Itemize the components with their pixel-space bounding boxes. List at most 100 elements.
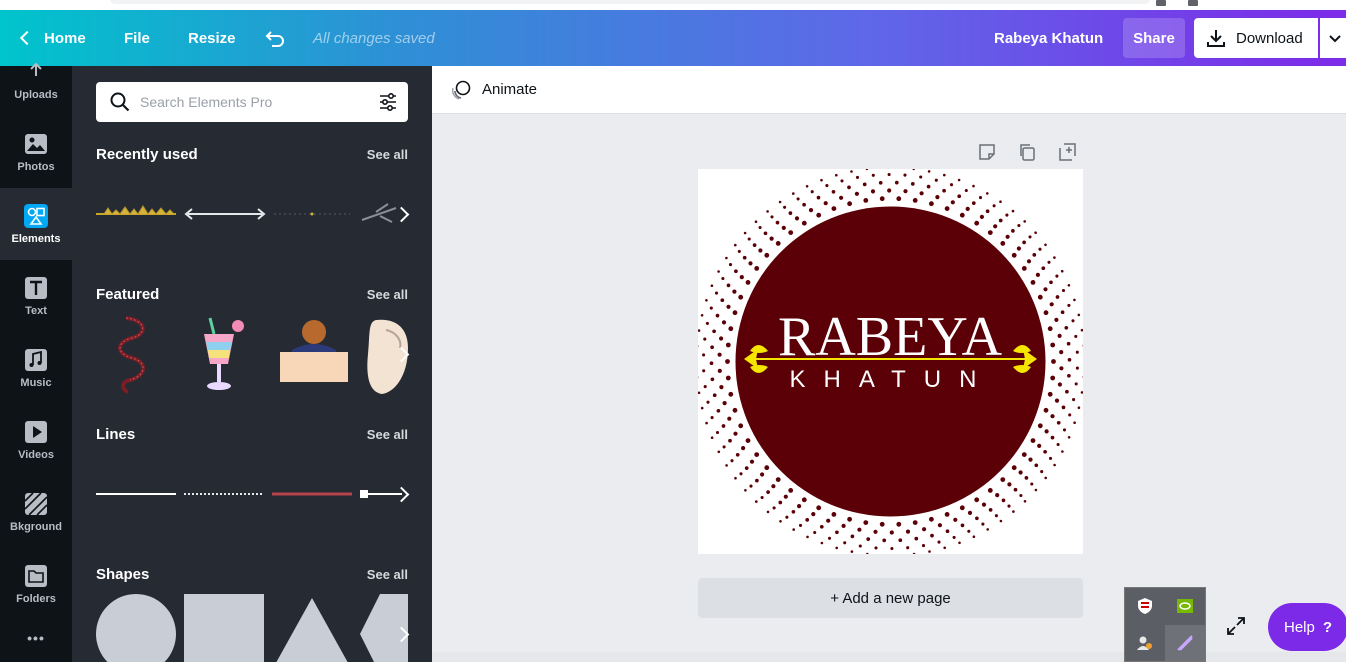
gpu-driver-icon[interactable]: [1165, 588, 1205, 624]
add-page-icon[interactable]: [1057, 142, 1077, 162]
rail-music[interactable]: Music: [0, 332, 72, 404]
ring-dot: [841, 523, 846, 528]
ring-dot: [1011, 209, 1015, 213]
ring-dot: [847, 185, 851, 190]
rail-elements[interactable]: Elements: [0, 188, 72, 260]
shape-item-circle[interactable]: [96, 594, 176, 662]
file-menu-button[interactable]: File: [124, 10, 150, 66]
ring-dot: [1065, 389, 1069, 394]
ring-dot: [725, 359, 730, 364]
ring-dot: [770, 215, 774, 219]
rail-more[interactable]: •••: [0, 614, 72, 662]
rail-photos[interactable]: Photos: [0, 116, 72, 188]
recent-next-arrow[interactable]: [394, 206, 410, 222]
shapes-next-arrow[interactable]: [394, 626, 410, 642]
recent-item-arrow-line[interactable]: [184, 208, 266, 220]
rail-folders[interactable]: Folders: [0, 548, 72, 620]
ring-dot: [738, 423, 744, 429]
ring-dot: [722, 445, 726, 449]
ring-dot: [1038, 247, 1042, 251]
see-all-shapes[interactable]: See all: [367, 567, 408, 582]
rail-text-label: Text: [25, 304, 47, 317]
side-rail: Uploads Photos Elements Text Music Video…: [0, 62, 72, 662]
recent-item-gold-border[interactable]: [96, 205, 176, 215]
ring-dot: [1057, 382, 1062, 387]
ring-dot: [728, 263, 733, 267]
duplicate-page-icon[interactable]: [1017, 142, 1037, 162]
security-shield-icon[interactable]: [1125, 588, 1165, 624]
download-button[interactable]: Download: [1194, 18, 1318, 58]
ring-dot: [760, 472, 765, 477]
recent-item-dotted-line[interactable]: [274, 212, 350, 216]
featured-item-milkshake[interactable]: [204, 317, 244, 390]
ring-dot: [705, 299, 708, 302]
ring-dot: [878, 180, 883, 185]
ring-dot: [771, 484, 776, 489]
logo-title[interactable]: RABEYA: [778, 306, 1003, 368]
add-new-page-button[interactable]: + Add a new page: [698, 578, 1083, 618]
ring-dot: [1043, 449, 1047, 454]
ring-dot: [935, 195, 940, 200]
video-play-icon: [24, 420, 48, 444]
design-page[interactable]: RABEYA KHATUN: [695, 166, 1086, 557]
recent-item-plane[interactable]: [361, 203, 397, 223]
rail-text[interactable]: Text: [0, 260, 72, 332]
pen-tray-icon[interactable]: [1165, 625, 1205, 661]
users-tray-icon[interactable]: [1125, 625, 1165, 661]
ring-dot: [775, 241, 781, 246]
ring-dot: [835, 546, 838, 550]
ring-dot: [850, 170, 853, 173]
rail-videos[interactable]: Videos: [0, 404, 72, 476]
ring-dot: [725, 464, 728, 467]
ring-dot: [744, 489, 747, 492]
undo-button[interactable]: [263, 10, 287, 66]
recent-row: [96, 196, 408, 232]
animate-button[interactable]: Animate: [450, 79, 537, 101]
featured-item-snake[interactable]: [118, 316, 145, 394]
expand-icon: [1227, 617, 1245, 635]
ring-dot: [735, 452, 740, 457]
see-all-lines[interactable]: See all: [367, 427, 408, 442]
share-button[interactable]: Share: [1123, 18, 1185, 58]
ring-dot: [898, 538, 903, 543]
see-all-recent[interactable]: See all: [367, 147, 408, 162]
ring-dot: [1067, 436, 1071, 439]
ring-dot: [766, 490, 770, 494]
user-name[interactable]: Rabeya Khatun: [994, 10, 1103, 66]
ring-dot: [797, 504, 802, 509]
ring-dot: [903, 173, 907, 177]
extension-icon[interactable]: [1188, 0, 1198, 6]
download-options-button[interactable]: [1320, 18, 1346, 58]
fullscreen-button[interactable]: [1222, 612, 1250, 640]
ring-dot: [835, 173, 838, 177]
horizontal-scrollbar[interactable]: [432, 652, 1346, 662]
browser-strip: [0, 0, 1346, 10]
ring-dot: [1034, 463, 1039, 468]
shape-item-square[interactable]: [184, 594, 264, 662]
lines-next-arrow[interactable]: [394, 486, 410, 502]
shape-item-triangle[interactable]: [272, 598, 352, 662]
see-all-featured[interactable]: See all: [367, 287, 408, 302]
ring-dot: [742, 255, 747, 260]
filter-icon[interactable]: [378, 92, 398, 112]
ring-dot: [1013, 487, 1018, 492]
ring-dot: [749, 484, 753, 488]
ring-dot: [1016, 246, 1021, 251]
featured-item-character-sign[interactable]: [280, 320, 348, 382]
rail-background[interactable]: Bkground: [0, 476, 72, 548]
resize-button[interactable]: Resize: [188, 10, 236, 66]
ring-dot: [721, 424, 726, 428]
search-input[interactable]: [140, 94, 378, 110]
ring-dot: [862, 182, 867, 187]
ring-dot: [1044, 243, 1047, 247]
rail-uploads[interactable]: Uploads: [0, 44, 72, 116]
note-icon[interactable]: [977, 142, 997, 162]
extension-icon[interactable]: [1156, 0, 1166, 6]
system-tray-popup: [1124, 587, 1206, 662]
help-button[interactable]: Help ?: [1268, 603, 1346, 651]
featured-next-arrow[interactable]: [394, 346, 410, 362]
ring-dot: [745, 438, 751, 443]
logo-subtitle[interactable]: KHATUN: [790, 366, 995, 393]
ring-dot: [1073, 298, 1076, 302]
ring-dot: [987, 488, 993, 493]
